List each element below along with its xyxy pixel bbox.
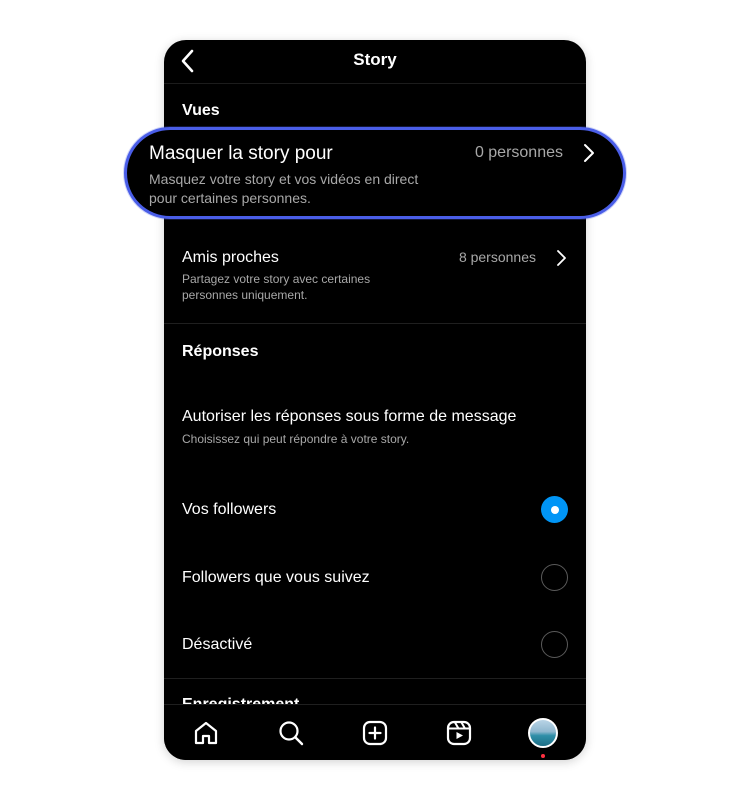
reply-option-radio[interactable]: [541, 564, 568, 591]
reply-option-radio-selected[interactable]: [541, 496, 568, 523]
section-title-replies: Réponses: [182, 343, 259, 360]
section-title-views: Vues: [182, 102, 220, 119]
divider: [164, 678, 586, 679]
create-icon: [362, 720, 388, 746]
hide-story-description: Masquez votre story et vos vidéos en dir…: [149, 171, 419, 206]
nav-search[interactable]: [275, 717, 307, 749]
close-friends-label: Amis proches: [182, 249, 279, 266]
message-replies-description: Choisissez qui peut répondre à votre sto…: [182, 432, 410, 446]
notification-dot: [541, 754, 545, 758]
bottom-nav: [164, 704, 586, 760]
nav-profile[interactable]: [527, 717, 559, 749]
divider: [164, 323, 586, 324]
close-friends-count: 8 personnes: [458, 249, 536, 265]
message-replies-row: Autoriser les réponses sous forme de mes…: [164, 400, 586, 450]
nav-home[interactable]: [190, 717, 222, 749]
reply-option-label: Désactivé: [182, 636, 253, 653]
reply-option-row[interactable]: Vos followers: [164, 492, 586, 528]
nav-reels[interactable]: [443, 717, 475, 749]
reels-icon: [446, 720, 472, 746]
search-icon: [279, 721, 304, 746]
message-replies-label: Autoriser les réponses sous forme de mes…: [182, 408, 517, 425]
reply-option-radio[interactable]: [541, 631, 568, 658]
reply-option-row[interactable]: Désactivé: [164, 627, 586, 663]
nav-create[interactable]: [359, 717, 391, 749]
profile-avatar: [528, 718, 558, 748]
reply-option-label: Followers que vous suivez: [182, 569, 370, 586]
hide-story-row-highlighted[interactable]: Masquer la story pour Masquez votre stor…: [124, 127, 626, 219]
section-title-recording: Enregistrement: [182, 692, 299, 704]
reply-option-row[interactable]: Followers que vous suivez: [164, 560, 586, 596]
close-friends-row[interactable]: Amis proches Partagez votre story avec c…: [164, 240, 586, 320]
close-friends-description: Partagez votre story avec certaines pers…: [182, 272, 371, 302]
header: Story: [164, 40, 586, 84]
hide-story-count: 0 personnes: [474, 144, 563, 161]
page-title: Story: [353, 50, 397, 69]
hide-story-label: Masquer la story pour: [149, 143, 333, 164]
reply-option-label: Vos followers: [182, 501, 277, 518]
chevron-right-icon: [557, 250, 566, 266]
chevron-right-icon: [584, 144, 594, 162]
home-icon: [194, 721, 218, 745]
